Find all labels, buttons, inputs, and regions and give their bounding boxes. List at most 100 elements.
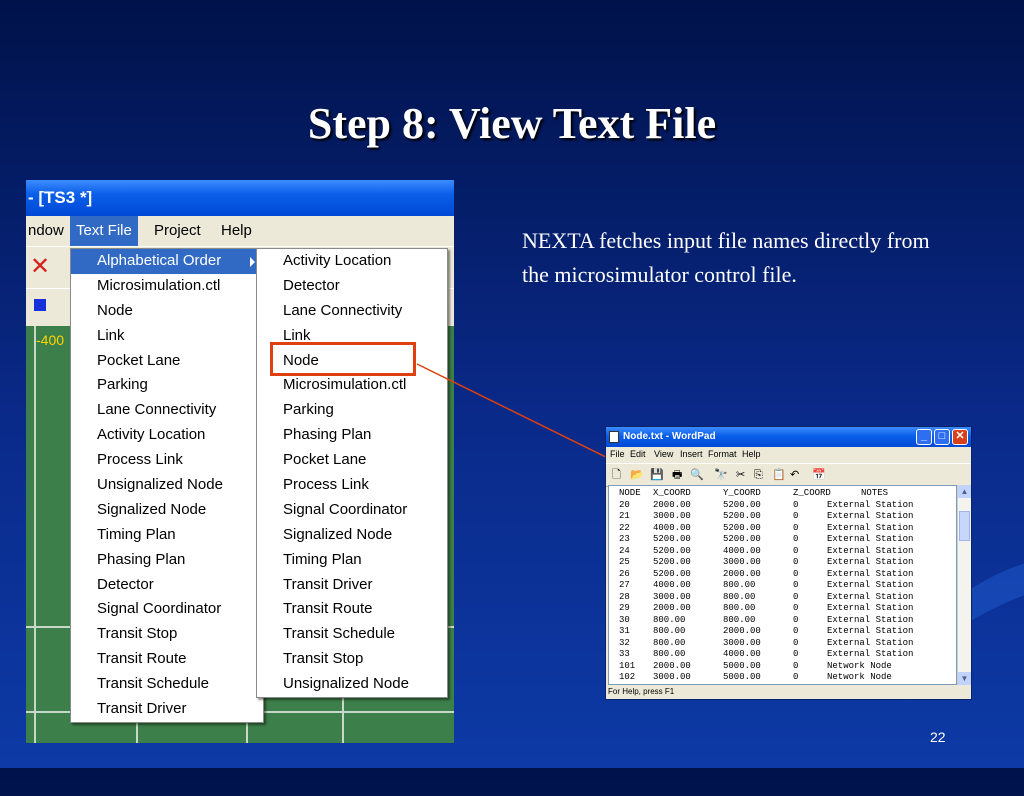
text-cell: 3000.00 bbox=[723, 557, 761, 567]
text-cell: 800.00 bbox=[653, 614, 686, 625]
text-cell: 26 bbox=[619, 568, 630, 579]
wp-menu-format[interactable]: Format bbox=[708, 447, 737, 461]
wp-menu-insert[interactable]: Insert bbox=[680, 447, 703, 461]
wordpad-document[interactable]: NODE X_COORD Y_COORD Z_COORD NOTES 20 2000.00 5… bbox=[608, 485, 957, 685]
menu-item[interactable]: Transit Driver bbox=[71, 697, 263, 722]
nexta-title-bar: - [TS3 *] bbox=[26, 180, 454, 216]
submenu-item[interactable]: Activity Location bbox=[257, 249, 447, 274]
date-time-icon[interactable]: 📅 bbox=[812, 464, 826, 486]
delete-icon[interactable]: ✕ bbox=[30, 255, 50, 279]
text-cell: 0 bbox=[793, 534, 799, 544]
text-cell: 5200.00 bbox=[653, 557, 691, 567]
text-cell: 5200.00 bbox=[653, 545, 691, 556]
menu-help[interactable]: Help bbox=[215, 216, 258, 246]
text-cell: Network Node bbox=[827, 672, 892, 682]
text-cell: 0 bbox=[793, 603, 799, 613]
menu-item[interactable]: Parking bbox=[71, 373, 263, 398]
text-cell: 5000.00 bbox=[723, 660, 761, 671]
submenu-item[interactable]: Detector bbox=[257, 274, 447, 299]
wp-menu-file[interactable]: File bbox=[610, 447, 625, 461]
menu-item[interactable]: Link bbox=[71, 324, 263, 349]
text-cell: 0 bbox=[793, 522, 799, 533]
text-cell: 800.00 bbox=[723, 603, 756, 613]
text-cell: 4000.00 bbox=[653, 580, 691, 590]
text-cell: 29 bbox=[619, 603, 630, 613]
menu-item[interactable]: Node bbox=[71, 299, 263, 324]
submenu-item[interactable]: Transit Driver bbox=[257, 573, 447, 598]
menu-item[interactable]: Microsimulation.ctl bbox=[71, 274, 263, 299]
text-cell: 5200.00 bbox=[723, 511, 761, 521]
save-icon[interactable]: 💾 bbox=[650, 464, 664, 486]
text-cell: NOTES bbox=[861, 488, 889, 498]
menu-item[interactable]: Activity Location bbox=[71, 423, 263, 448]
submenu-item[interactable]: Transit Route bbox=[257, 597, 447, 622]
maximize-icon[interactable]: □ bbox=[934, 429, 950, 445]
find-icon[interactable]: 🔭 bbox=[714, 464, 728, 486]
scroll-thumb[interactable] bbox=[959, 511, 970, 541]
text-cell: 5200.00 bbox=[723, 522, 761, 533]
vertical-scrollbar[interactable]: ▲ ▼ bbox=[957, 485, 971, 685]
menu-item[interactable]: Transit Route bbox=[71, 647, 263, 672]
menu-item[interactable]: Alphabetical Order bbox=[71, 249, 263, 274]
open-folder-icon[interactable]: 📂 bbox=[630, 464, 644, 486]
submenu-item[interactable]: Lane Connectivity bbox=[257, 299, 447, 324]
submenu-item[interactable]: Parking bbox=[257, 398, 447, 423]
cut-icon[interactable]: ✂ bbox=[736, 464, 745, 486]
new-file-icon[interactable]: 🗋 bbox=[612, 464, 621, 486]
menu-item[interactable]: Timing Plan bbox=[71, 523, 263, 548]
print-icon[interactable]: 🖶 bbox=[672, 464, 682, 486]
close-icon[interactable]: ✕ bbox=[952, 429, 968, 445]
menu-item[interactable]: Unsignalized Node bbox=[71, 473, 263, 498]
submenu-item[interactable]: Pocket Lane bbox=[257, 448, 447, 473]
menu-item[interactable]: Transit Schedule bbox=[71, 672, 263, 697]
text-cell: 22 bbox=[619, 522, 630, 533]
text-cell: External Station bbox=[827, 557, 914, 567]
minimize-icon[interactable]: _ bbox=[916, 429, 932, 445]
text-cell: X_COORD bbox=[653, 488, 691, 498]
menu-item[interactable]: Signalized Node bbox=[71, 498, 263, 523]
menu-item[interactable]: Lane Connectivity bbox=[71, 398, 263, 423]
menu-item[interactable]: Process Link bbox=[71, 448, 263, 473]
text-cell: 5200.00 bbox=[653, 568, 691, 579]
submenu-item[interactable]: Transit Schedule bbox=[257, 622, 447, 647]
menu-item[interactable]: Phasing Plan bbox=[71, 548, 263, 573]
text-cell: 27 bbox=[619, 580, 630, 590]
text-cell: 800.00 bbox=[653, 637, 686, 648]
wp-menu-edit[interactable]: Edit bbox=[630, 447, 646, 461]
paste-icon[interactable]: 📋 bbox=[772, 464, 786, 486]
scroll-down-icon[interactable]: ▼ bbox=[958, 672, 971, 685]
submenu-item[interactable]: Microsimulation.ctl bbox=[257, 373, 447, 398]
text-cell: 800.00 bbox=[723, 614, 756, 625]
submenu-item[interactable]: Signal Coordinator bbox=[257, 498, 447, 523]
stop-icon[interactable] bbox=[34, 299, 46, 311]
text-cell: 0 bbox=[793, 626, 799, 636]
menu-text-file[interactable]: Text File bbox=[70, 216, 138, 246]
wp-menu-view[interactable]: View bbox=[654, 447, 673, 461]
menu-project[interactable]: Project bbox=[148, 216, 207, 246]
text-cell: NODE bbox=[619, 488, 641, 498]
text-cell: 0 bbox=[793, 672, 799, 682]
alphabetical-order-submenu: Activity Location Detector Lane Connectivi… bbox=[256, 248, 448, 699]
text-cell: 23 bbox=[619, 534, 630, 544]
submenu-item[interactable]: Phasing Plan bbox=[257, 423, 447, 448]
menu-item[interactable]: Pocket Lane bbox=[71, 349, 263, 374]
undo-icon[interactable]: ↶ bbox=[790, 464, 799, 486]
print-preview-icon[interactable]: 🔍 bbox=[690, 464, 704, 486]
submenu-item[interactable]: Timing Plan bbox=[257, 548, 447, 573]
text-cell: 31 bbox=[619, 626, 630, 636]
submenu-item[interactable]: Signalized Node bbox=[257, 523, 447, 548]
scroll-up-icon[interactable]: ▲ bbox=[958, 485, 971, 498]
slide-number: 22 bbox=[930, 729, 946, 745]
submenu-item[interactable]: Process Link bbox=[257, 473, 447, 498]
menu-item[interactable]: Detector bbox=[71, 573, 263, 598]
text-cell: 0 bbox=[793, 660, 799, 671]
submenu-item[interactable]: Transit Stop bbox=[257, 647, 447, 672]
menu-item[interactable]: Transit Stop bbox=[71, 622, 263, 647]
wordpad-window: Node.txt - WordPad _ □ ✕ File Edit View … bbox=[605, 426, 972, 700]
wp-menu-help[interactable]: Help bbox=[742, 447, 761, 461]
copy-icon[interactable]: ⎘ bbox=[754, 464, 763, 486]
menu-item[interactable]: Signal Coordinator bbox=[71, 597, 263, 622]
menu-window[interactable]: ndow bbox=[26, 216, 70, 246]
text-cell: 3000.00 bbox=[653, 511, 691, 521]
submenu-item[interactable]: Unsignalized Node bbox=[257, 672, 447, 697]
